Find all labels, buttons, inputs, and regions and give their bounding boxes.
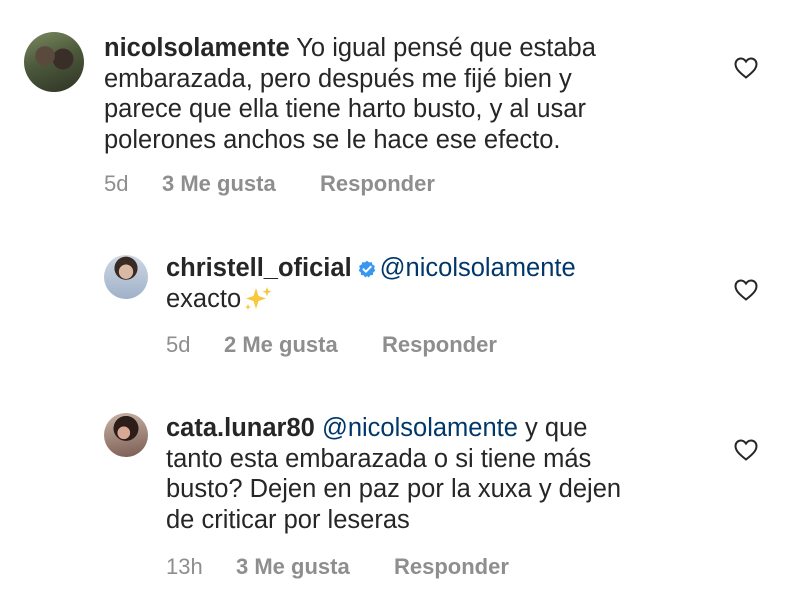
reply-button[interactable]: Responder — [394, 554, 509, 580]
likes-count[interactable]: 2 Me gusta — [224, 332, 382, 358]
heart-outline-icon[interactable] — [734, 279, 758, 301]
comment-body: christell_oficial @nicolsolamente exacto — [166, 253, 576, 314]
heart-outline-icon[interactable] — [734, 57, 758, 79]
comment-text-line: Yo igual pensé que estaba — [296, 34, 596, 62]
comment-mention[interactable]: @nicolsolamente — [380, 254, 576, 282]
comment-meta: 5d 2 Me gusta Responder — [166, 332, 497, 358]
comment-time: 5d — [104, 171, 129, 196]
comment-body: nicolsolamente Yo igual pensé que estaba… — [104, 33, 596, 155]
reply-button[interactable]: Responder — [320, 171, 435, 197]
verified-badge-icon — [358, 260, 375, 278]
comment-text-line: parece que ella tiene harto busto, y al … — [104, 95, 586, 123]
comment-text-line: y que — [525, 414, 588, 442]
comment-mention[interactable]: @nicolsolamente — [322, 414, 518, 442]
comment-text-line: de criticar por leseras — [166, 505, 410, 534]
comment-text-line: busto? Dejen en paz por la xuxa y dejen — [166, 475, 622, 503]
avatar[interactable] — [24, 32, 84, 92]
comment-time: 5d — [166, 332, 191, 357]
likes-count[interactable]: 3 Me gusta — [162, 171, 320, 197]
comment-username[interactable]: cata.lunar80 — [166, 414, 315, 442]
sparkles-icon — [245, 286, 272, 310]
comment-meta: 5d 3 Me gusta Responder — [104, 171, 435, 197]
reply-button[interactable]: Responder — [382, 332, 497, 358]
likes-count[interactable]: 3 Me gusta — [236, 554, 394, 580]
comment-username[interactable]: christell_oficial — [166, 254, 352, 282]
comment-time: 13h — [166, 554, 203, 579]
heart-outline-icon[interactable] — [734, 439, 758, 461]
avatar[interactable] — [104, 255, 148, 299]
comment-meta: 13h 3 Me gusta Responder — [166, 554, 509, 580]
comment-body: cata.lunar80 @nicolsolamente y que tanto… — [166, 413, 621, 535]
comment-text-line: embarazada, pero después me fijé bien y — [104, 64, 572, 93]
comment-username[interactable]: nicolsolamente — [104, 34, 290, 62]
avatar[interactable] — [104, 413, 148, 457]
comment-text-line: tanto esta embarazada o si tiene más — [166, 444, 592, 473]
comment-text-line: polerones anchos se le hace ese efecto. — [104, 125, 561, 154]
comment-text-line: exacto — [166, 284, 242, 313]
